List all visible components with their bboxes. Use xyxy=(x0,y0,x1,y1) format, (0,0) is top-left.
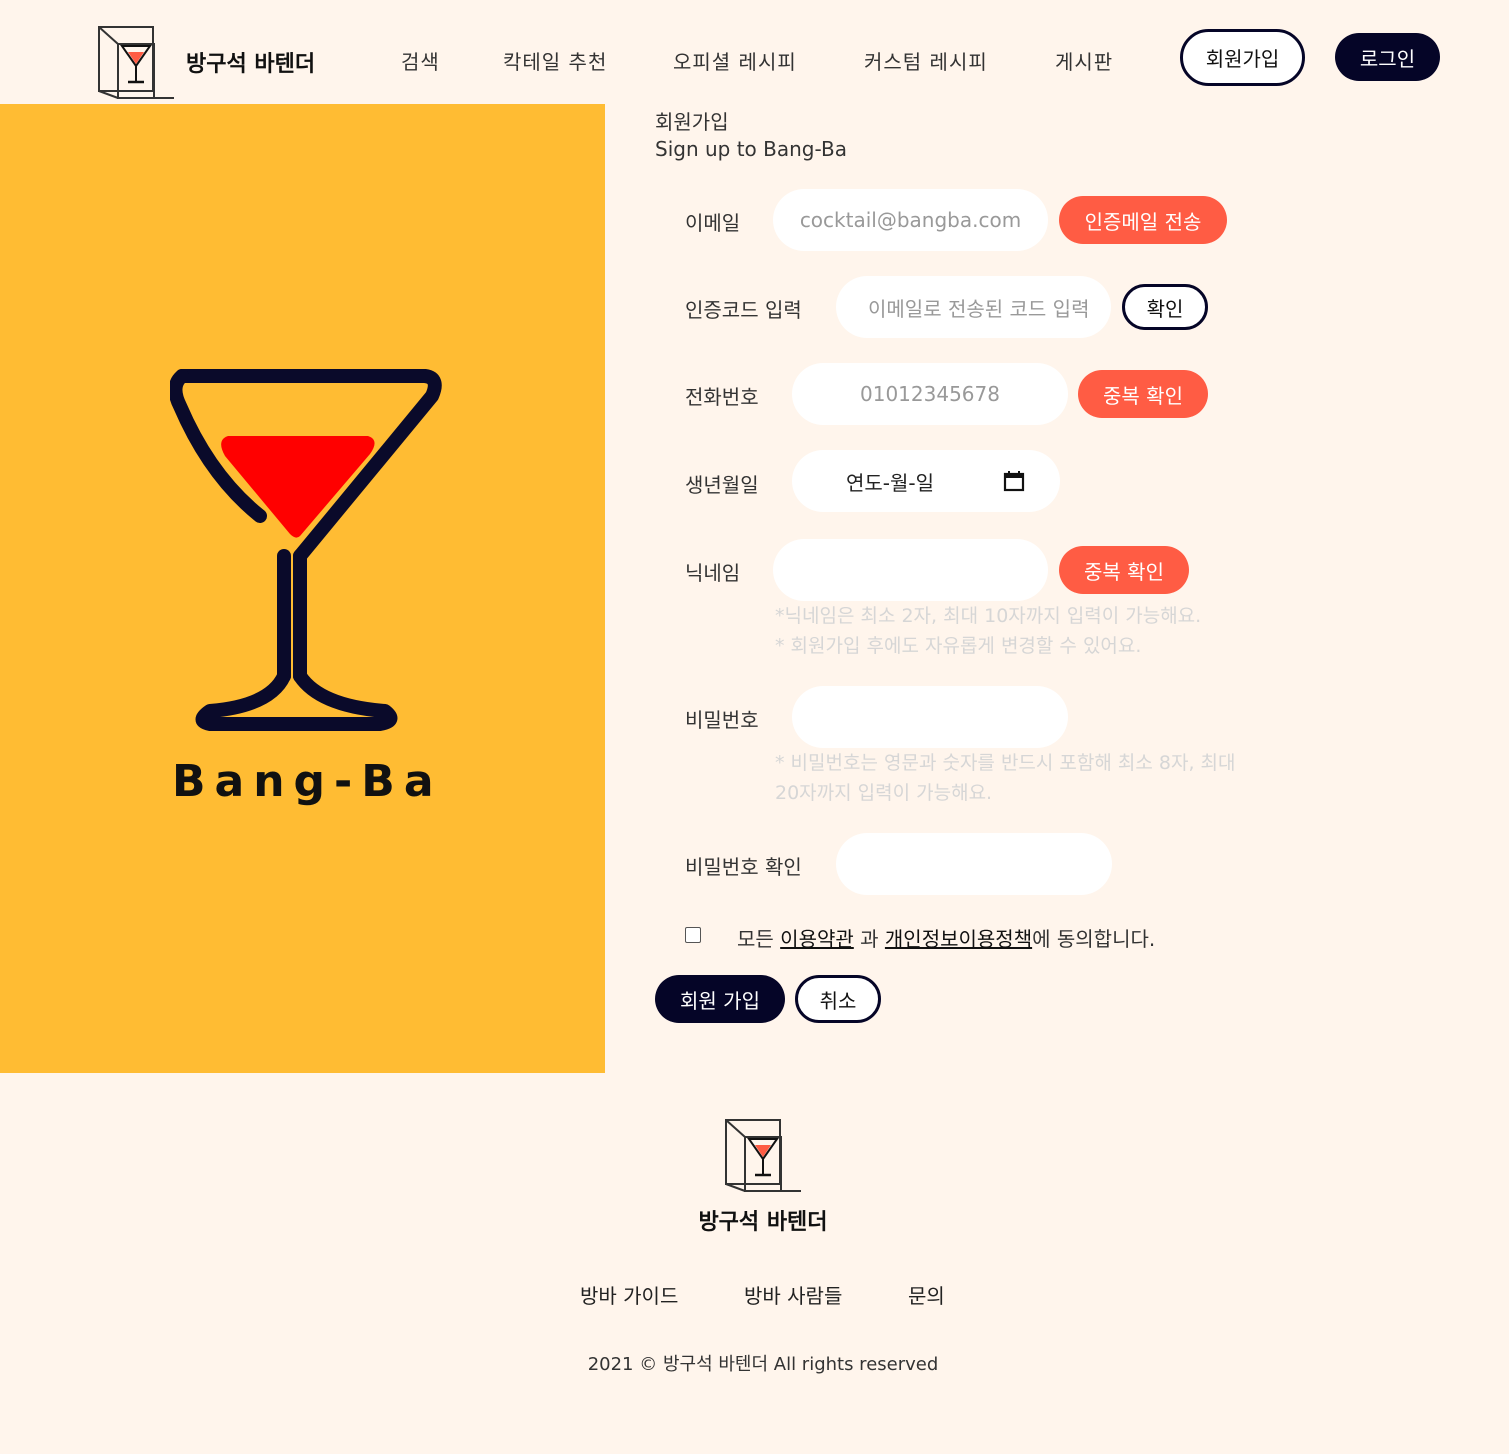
code-label: 인증코드 입력 xyxy=(685,298,802,322)
nickname-hint-2: * 회원가입 후에도 자유롭게 변경할 수 있어요. xyxy=(775,635,1142,657)
phone-label: 전화번호 xyxy=(685,385,759,409)
agree-mid: 과 xyxy=(860,927,879,951)
hero-panel: Bang-Ba xyxy=(0,104,605,1073)
logo-icon[interactable] xyxy=(96,24,176,100)
nav-board[interactable]: 게시판 xyxy=(1055,46,1113,75)
nickname-hint-1: *닉네임은 최소 2자, 최대 10자까지 입력이 가능해요. xyxy=(775,605,1202,627)
birth-date-input[interactable]: 연도-월-일 xyxy=(792,450,1060,512)
footer-link-guide[interactable]: 방바 가이드 xyxy=(580,1280,678,1309)
login-button[interactable]: 로그인 xyxy=(1335,33,1440,81)
email-label: 이메일 xyxy=(685,211,741,235)
site-header: 방구석 바텐더 검색 칵테일 추천 오피셜 레시피 커스텀 레시피 게시판 회원… xyxy=(0,0,1509,104)
password-label: 비밀번호 xyxy=(685,708,759,732)
nav-custom-recipe[interactable]: 커스텀 레시피 xyxy=(864,46,988,75)
nickname-duplicate-check-button[interactable]: 중복 확인 xyxy=(1059,546,1189,594)
footer-link-people[interactable]: 방바 사람들 xyxy=(744,1280,842,1309)
footer-logo-icon[interactable] xyxy=(722,1117,804,1193)
phone-input[interactable]: 01012345678 xyxy=(792,363,1068,425)
signup-button[interactable]: 회원가입 xyxy=(1180,29,1305,86)
privacy-link[interactable]: 개인정보이용정책 xyxy=(885,927,1032,951)
brand-name[interactable]: 방구석 바텐더 xyxy=(186,46,315,78)
birth-date-value: 연도-월-일 xyxy=(846,470,935,495)
copyright-text: 2021 © 방구석 바텐더 All rights reserved xyxy=(587,1354,939,1375)
code-input[interactable]: 이메일로 전송된 코드 입력 xyxy=(836,276,1111,338)
footer-link-contact[interactable]: 문의 xyxy=(908,1280,945,1309)
nickname-input[interactable] xyxy=(773,539,1048,601)
password-hint: * 비밀번호는 영문과 숫자를 반드시 포함해 최소 8자, 최대 20자까지 … xyxy=(775,752,1236,804)
footer-brand: 방구석 바텐더 xyxy=(698,1210,828,1235)
nav-search[interactable]: 검색 xyxy=(401,46,440,75)
agree-checkbox[interactable] xyxy=(685,927,701,943)
password-input[interactable] xyxy=(792,686,1068,748)
agree-prefix: 모든 xyxy=(737,927,774,951)
form-subtitle: Sign up to Bang-Ba xyxy=(655,137,847,161)
nav-official-recipe[interactable]: 오피셜 레시피 xyxy=(673,46,797,75)
terms-link[interactable]: 이용약관 xyxy=(780,927,854,951)
send-verification-button[interactable]: 인증메일 전송 xyxy=(1059,196,1227,244)
phone-duplicate-check-button[interactable]: 중복 확인 xyxy=(1078,370,1208,418)
calendar-icon[interactable] xyxy=(1003,470,1025,492)
nickname-label: 닉네임 xyxy=(685,561,741,585)
cocktail-glass-icon xyxy=(170,369,442,731)
agree-suffix: 에 동의합니다. xyxy=(1032,927,1156,951)
birth-label: 생년월일 xyxy=(685,473,759,497)
confirm-code-button[interactable]: 확인 xyxy=(1122,284,1208,330)
submit-signup-button[interactable]: 회원 가입 xyxy=(655,975,785,1023)
password-confirm-label: 비밀번호 확인 xyxy=(685,855,802,879)
email-input[interactable]: cocktail@bangba.com xyxy=(773,189,1048,251)
agree-text: 모든 이용약관 과 개인정보이용정책에 동의합니다. xyxy=(737,923,1155,952)
password-confirm-input[interactable] xyxy=(836,833,1112,895)
cancel-button[interactable]: 취소 xyxy=(795,975,881,1023)
form-title: 회원가입 xyxy=(655,110,729,134)
panel-wordmark: Bang-Ba xyxy=(172,756,443,807)
nav-recommend[interactable]: 칵테일 추천 xyxy=(503,46,607,75)
